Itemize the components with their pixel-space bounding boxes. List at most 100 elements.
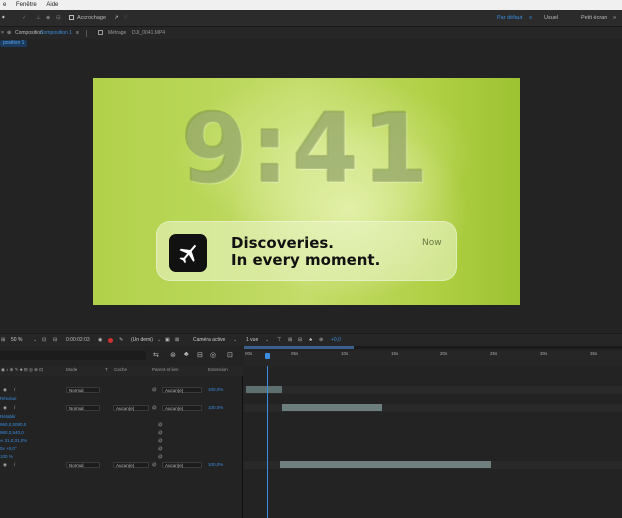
notification-title: Discoveries. xyxy=(231,234,335,252)
menu-item-edit[interactable]: e xyxy=(3,2,6,8)
comp-flow-icon[interactable]: ⇆ xyxy=(153,351,159,359)
visibility-icon[interactable]: ◉ xyxy=(3,404,7,412)
layer-row[interactable]: ◉ / Normal Aucun(e) @ Aucun(e) 100,0% xyxy=(0,404,243,412)
color-channel-icon[interactable] xyxy=(108,338,113,343)
property-row[interactable]: 0x +0,0° @ xyxy=(0,445,243,453)
snap-checkbox[interactable] xyxy=(69,15,74,20)
pen-icon[interactable]: / xyxy=(14,404,15,412)
property-row[interactable]: Rétablir xyxy=(0,413,243,421)
property-value[interactable]: 100 % xyxy=(0,453,13,461)
mode-select[interactable]: Normal xyxy=(66,387,100,393)
layer-row[interactable]: ◉ / Normal Aucun(e) @ Aucun(e) 100,0% xyxy=(0,461,243,469)
snap-label: Accrochage xyxy=(77,15,107,21)
stretch-value[interactable]: 100,0% xyxy=(208,461,223,469)
ruler-tick: 00s xyxy=(245,351,253,356)
link-icon[interactable]: @ xyxy=(158,445,163,453)
property-row[interactable]: ∞ 31,0,31,0% @ xyxy=(0,437,243,445)
tab-divider xyxy=(86,30,87,37)
timeline-search-input[interactable] xyxy=(0,351,146,360)
property-value[interactable]: 0x +0,0° xyxy=(0,445,17,453)
property-row[interactable]: Résolue xyxy=(0,395,243,403)
property-value[interactable]: ∞ 31,0,31,0% xyxy=(0,437,27,445)
mode-select[interactable]: Normal xyxy=(66,462,100,468)
frame-blend-icon[interactable]: ⊟ xyxy=(197,351,203,359)
ruler-tick: 30s xyxy=(540,351,548,356)
visibility-icon[interactable]: ◉ xyxy=(3,461,7,469)
tab-composition-label[interactable]: Composition xyxy=(15,27,43,39)
workspace-default[interactable]: Par défaut xyxy=(497,10,522,26)
pickwhip-icon[interactable]: @ xyxy=(152,386,157,394)
selection-tool-icon[interactable]: ✦ xyxy=(1,10,6,26)
pickwhip-icon[interactable]: @ xyxy=(152,404,157,412)
tools-toolbar: ✦ ✓ ⊥ ◆ ⊟ Accrochage ↗ ⁙ Par défaut ≡ Us… xyxy=(0,10,622,26)
property-row[interactable]: 960,0,5080,0 @ xyxy=(0,421,243,429)
layer-track[interactable] xyxy=(244,461,622,469)
layer-list: ◉ ♪ ⊕ ✎ ♣ ⊟ ◎ ⊛ ⊡ Mode T Cache Parent et… xyxy=(0,366,243,518)
playhead-line[interactable] xyxy=(267,366,268,518)
layer-bar[interactable] xyxy=(246,386,282,393)
more-tools-icon[interactable]: ⊟ xyxy=(56,10,61,26)
pen-icon[interactable]: / xyxy=(14,461,15,469)
layer-track[interactable] xyxy=(244,386,622,394)
link-icon[interactable]: @ xyxy=(158,421,163,429)
airplane-icon xyxy=(179,244,197,264)
snap-options-icon[interactable]: ↗ xyxy=(114,10,119,26)
link-icon[interactable]: @ xyxy=(158,429,163,437)
draft-3d-icon[interactable]: ⊛ xyxy=(170,351,176,359)
comp-breadcrumb-bar: position 1 xyxy=(0,39,622,48)
motion-blur-icon[interactable]: ◎ xyxy=(210,351,216,359)
menu-item-window[interactable]: Fenêtre xyxy=(16,2,37,8)
layer-track[interactable] xyxy=(244,404,622,412)
viewer-panel-tabs: × ⊕ Composition Composition 1 ≡ Métrage … xyxy=(0,26,622,39)
layer-bar[interactable] xyxy=(282,404,382,411)
link-icon[interactable]: @ xyxy=(158,453,163,461)
mode-select[interactable]: Normal xyxy=(66,405,100,411)
work-area-range[interactable] xyxy=(244,346,354,349)
property-value[interactable]: 960,0,5080,0 xyxy=(0,421,26,429)
stretch-value[interactable]: 100,0% xyxy=(208,386,223,394)
tab-composition-name[interactable]: Composition 1 xyxy=(40,27,72,39)
workspace-more-icon[interactable]: » xyxy=(613,10,616,26)
graph-editor-icon[interactable]: ⊡ xyxy=(227,351,233,359)
playhead-handle[interactable] xyxy=(265,353,270,359)
composition-frame[interactable]: 9:41 Discoveries. In every moment. Now xyxy=(93,78,520,305)
layer-row[interactable]: ◉ / Normal @ Aucun(e) 100,0% xyxy=(0,386,243,394)
tab-footage-label[interactable]: Métrage xyxy=(108,27,126,39)
ruler-tick: 05s xyxy=(291,351,299,356)
puppet-tool-icon[interactable]: ✓ xyxy=(22,10,27,26)
menu-item-help[interactable]: Aide xyxy=(46,2,58,8)
layer-columns-header: ◉ ♪ ⊕ ✎ ♣ ⊟ ◎ ⊛ ⊡ Mode T Cache Parent et… xyxy=(0,366,243,376)
shy-icon[interactable]: ♣ xyxy=(184,351,189,358)
workspace-small[interactable]: Petit écran xyxy=(581,10,607,26)
parent-select[interactable]: Aucun(e) xyxy=(162,405,202,411)
col-cache: Cache xyxy=(114,367,128,372)
layer-bar[interactable] xyxy=(280,461,491,468)
tab-menu-icon[interactable]: ≡ xyxy=(76,27,79,39)
property-row[interactable]: 100 % @ xyxy=(0,453,243,461)
parent-select[interactable]: Aucun(e) xyxy=(162,462,202,468)
footage-icon xyxy=(98,30,103,35)
property-row[interactable]: 960,0,540,0 @ xyxy=(0,429,243,437)
tab-footage-name[interactable]: DJI_0041.MP4 xyxy=(132,27,165,39)
parent-select[interactable]: Aucun(e) xyxy=(162,387,202,393)
pen-icon[interactable]: / xyxy=(14,386,15,394)
cache-select[interactable]: Aucun(e) xyxy=(113,405,149,411)
workspace-usual[interactable]: Usuel xyxy=(544,10,558,26)
visibility-icon[interactable]: ◉ xyxy=(3,386,7,394)
cache-select[interactable]: Aucun(e) xyxy=(113,462,149,468)
property-value[interactable]: 960,0,540,0 xyxy=(0,429,24,437)
col-parent: Parent et lien xyxy=(152,367,179,372)
panel-close-icon[interactable]: × xyxy=(1,27,4,39)
brush-tool-icon[interactable]: ⊥ xyxy=(36,10,41,26)
time-ruler[interactable]: 00s 05s 10s 15s 20s 25s 30s 35s xyxy=(244,351,622,366)
stretch-value[interactable]: 100,0% xyxy=(208,404,223,412)
lock-icon[interactable]: ⊕ xyxy=(7,27,11,39)
pickwhip-icon[interactable]: @ xyxy=(152,461,157,469)
workspace-menu-icon[interactable]: ≡ xyxy=(529,10,532,26)
property-label: Résolue xyxy=(0,396,17,401)
link-icon[interactable]: @ xyxy=(158,437,163,445)
comp-breadcrumb[interactable]: position 1 xyxy=(0,40,28,47)
snap-grid-icon[interactable]: ⁙ xyxy=(123,10,128,26)
property-label: Rétablir xyxy=(0,414,16,419)
pin-tool-icon[interactable]: ◆ xyxy=(46,10,50,26)
